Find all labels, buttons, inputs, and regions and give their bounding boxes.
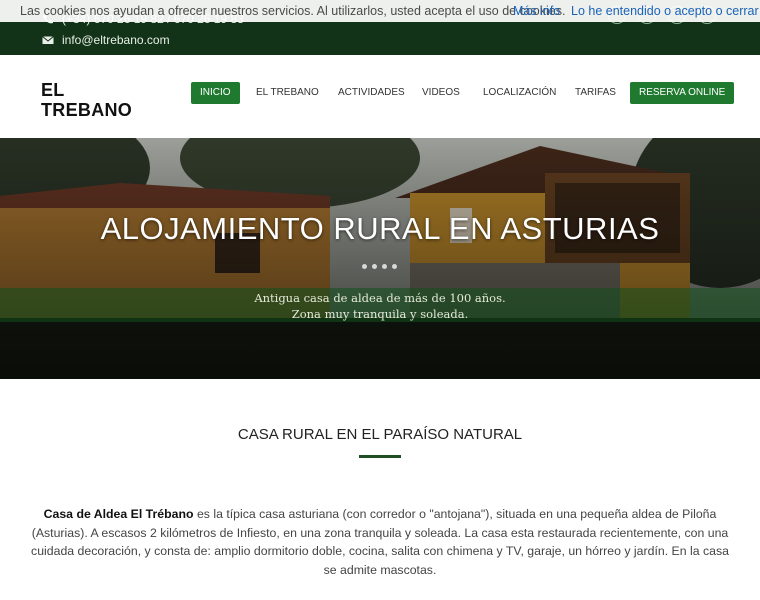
slider-dot[interactable]: [362, 264, 367, 269]
slider-dot[interactable]: [382, 264, 387, 269]
description-lead: Casa de Aldea El Trébano: [43, 507, 194, 521]
hero-caption-line-1: Antigua casa de aldea de más de 100 años…: [254, 291, 506, 305]
hero-slider: ALOJAMIENTO RURAL EN ASTURIAS Antigua ca…: [0, 138, 760, 379]
nav-item-actividades[interactable]: ACTIVIDADES: [338, 82, 405, 104]
hero-caption-line-2: Zona muy tranquila y soleada.: [291, 307, 469, 321]
nav-item-localizacion[interactable]: LOCALIZACIÓN: [483, 82, 556, 104]
section-heading: CASA RURAL EN EL PARAÍSO NATURAL: [237, 426, 523, 443]
hero-image: [0, 138, 760, 379]
cookie-message: Las cookies nos ayudan a ofrecer nuestro…: [20, 4, 566, 18]
nav-item-videos[interactable]: VIDEOS: [422, 82, 460, 104]
main-nav: INICIO EL TREBANO ACTIVIDADES VIDEOS LOC…: [0, 82, 760, 104]
envelope-icon: [42, 36, 54, 44]
heading-underline: [359, 455, 401, 458]
hero-title: ALOJAMIENTO RURAL EN ASTURIAS: [100, 211, 660, 246]
email-text: info@eltrebano.com: [62, 33, 170, 47]
slider-dot[interactable]: [392, 264, 397, 269]
nav-item-el-trebano[interactable]: EL TREBANO: [256, 82, 319, 104]
nav-item-tarifas[interactable]: TARIFAS: [575, 82, 616, 104]
cookie-accept-link[interactable]: Lo he entendido o acepto o cerrar: [571, 4, 759, 18]
contact-email[interactable]: info@eltrebano.com: [42, 33, 170, 47]
site-header: EL TREBANO INICIO EL TREBANO ACTIVIDADES…: [0, 55, 760, 139]
cookie-more-info-link[interactable]: Más info: [513, 4, 560, 18]
section-description: Casa de Aldea El Trébano es la típica ca…: [30, 505, 730, 579]
hero-caption: Antigua casa de aldea de más de 100 años…: [0, 288, 760, 322]
nav-item-inicio[interactable]: INICIO: [191, 82, 240, 104]
cookie-banner: Las cookies nos ayudan a ofrecer nuestro…: [0, 0, 760, 22]
reserva-online-button[interactable]: RESERVA ONLINE: [630, 82, 735, 104]
slider-dot[interactable]: [372, 264, 377, 269]
slider-pagination: [362, 264, 397, 269]
